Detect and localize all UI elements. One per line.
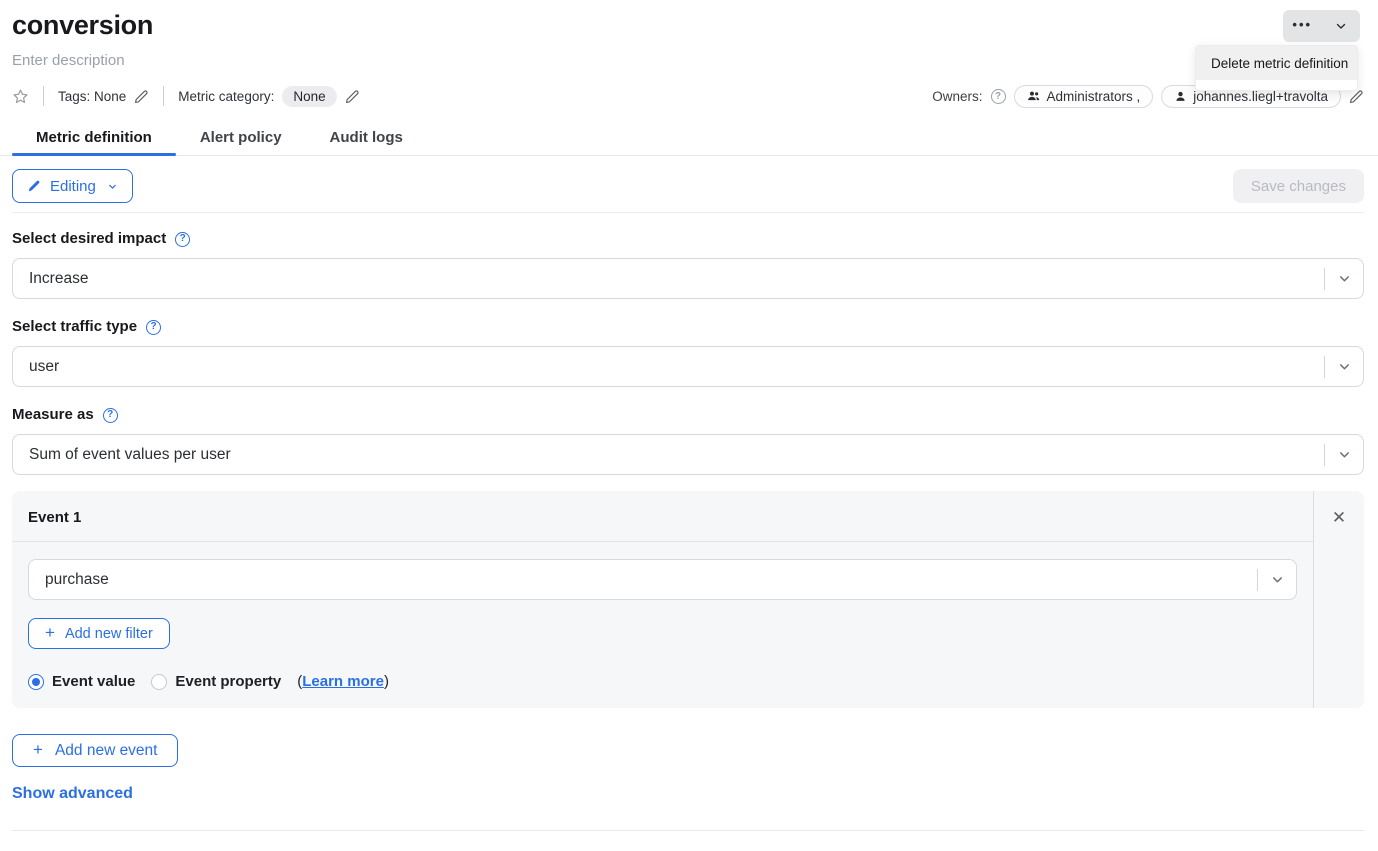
traffic-field-label: Select traffic type ? xyxy=(12,317,1364,337)
edit-tags-pencil-icon[interactable] xyxy=(134,89,149,104)
meta-left: Tags: None Metric category: None xyxy=(12,86,360,107)
plus-icon: + xyxy=(33,741,43,760)
plus-icon: + xyxy=(45,624,55,643)
chevron-down-icon xyxy=(1334,19,1348,33)
favorite-star-icon[interactable] xyxy=(12,88,29,105)
label-text: Measure as xyxy=(12,405,94,425)
person-icon xyxy=(1174,90,1187,103)
more-options-button[interactable]: ••• xyxy=(1283,10,1322,42)
description-placeholder[interactable]: Enter description xyxy=(12,51,1364,71)
bottom-divider xyxy=(12,830,1364,831)
chevron-down-icon[interactable] xyxy=(1258,572,1296,587)
chevron-down-icon[interactable] xyxy=(1325,271,1363,286)
add-new-filter-button[interactable]: + Add new filter xyxy=(28,618,170,649)
tab-alert-policy[interactable]: Alert policy xyxy=(176,125,306,155)
tab-bar: Metric definition Alert policy Audit log… xyxy=(0,125,1378,156)
meta-row: Tags: None Metric category: None xyxy=(12,85,1364,107)
event-card-title: Event 1 xyxy=(12,491,1313,542)
impact-field-label: Select desired impact ? xyxy=(12,229,1364,249)
editing-label: Editing xyxy=(50,178,96,195)
event-name-select[interactable]: purchase xyxy=(28,559,1297,600)
actions-menu: Delete metric definition xyxy=(1195,45,1358,91)
owner-badge-administrators[interactable]: Administrators , xyxy=(1014,85,1154,108)
people-icon xyxy=(1027,89,1041,103)
event-card-main: Event 1 purchase + Add new filter Event … xyxy=(12,491,1313,708)
menu-item-delete-metric[interactable]: Delete metric definition xyxy=(1196,46,1357,80)
tab-metric-definition[interactable]: Metric definition xyxy=(12,125,176,155)
radio-event-value-label[interactable]: Event value xyxy=(52,673,135,690)
measure-select-value: Sum of event values per user xyxy=(13,446,1324,464)
impact-select[interactable]: Increase xyxy=(12,258,1364,299)
remove-event-close-icon[interactable]: ✕ xyxy=(1329,507,1349,527)
measure-select[interactable]: Sum of event values per user xyxy=(12,434,1364,475)
measure-field-label: Measure as ? xyxy=(12,405,1364,425)
label-text: Select desired impact xyxy=(12,229,166,249)
add-filter-label: Add new filter xyxy=(65,626,153,642)
event-card: Event 1 purchase + Add new filter Event … xyxy=(12,491,1364,708)
label-text: Select traffic type xyxy=(12,317,137,337)
owners-help-icon[interactable]: ? xyxy=(991,89,1006,104)
radio-event-value[interactable] xyxy=(28,674,44,690)
ellipsis-icon: ••• xyxy=(1292,18,1312,35)
measure-help-icon[interactable]: ? xyxy=(103,408,118,423)
edit-category-pencil-icon[interactable] xyxy=(345,89,360,104)
paren-close: ) xyxy=(384,673,389,690)
learn-more-link[interactable]: Learn more xyxy=(302,673,384,690)
actions-dropdown-button[interactable] xyxy=(1322,10,1361,42)
metric-category-label: Metric category: xyxy=(178,89,274,104)
add-new-event-button[interactable]: + Add new event xyxy=(12,734,178,767)
add-event-label: Add new event xyxy=(55,742,158,760)
tags-label: Tags: None xyxy=(58,89,126,104)
traffic-help-icon[interactable]: ? xyxy=(146,320,161,335)
radio-event-property[interactable] xyxy=(151,674,167,690)
event-name-value: purchase xyxy=(29,571,1257,589)
owner-badge-label: Administrators , xyxy=(1047,89,1141,104)
pencil-icon xyxy=(27,179,41,193)
tab-audit-logs[interactable]: Audit logs xyxy=(306,125,427,155)
impact-help-icon[interactable]: ? xyxy=(175,232,190,247)
divider xyxy=(163,86,164,106)
show-advanced-link[interactable]: Show advanced xyxy=(12,785,133,803)
tags-item: Tags: None xyxy=(58,89,149,104)
radio-event-property-label[interactable]: Event property xyxy=(175,673,281,690)
event-card-rail: ✕ xyxy=(1313,491,1364,708)
event-card-body: purchase + Add new filter Event value Ev… xyxy=(12,542,1313,704)
owners-label: Owners: xyxy=(932,89,982,104)
edit-toolbar: Editing Save changes xyxy=(12,169,1364,213)
metric-category-badge[interactable]: None xyxy=(282,86,336,107)
page-header: conversion Enter description Tags: None … xyxy=(0,0,1378,107)
divider xyxy=(43,86,44,106)
header-actions-group: ••• xyxy=(1283,10,1360,42)
chevron-down-icon[interactable] xyxy=(1325,447,1363,462)
value-mode-radio-group: Event value Event property (Learn more) xyxy=(28,673,1297,690)
chevron-down-icon xyxy=(107,181,118,192)
impact-select-value: Increase xyxy=(13,270,1324,288)
metric-category-item: Metric category: None xyxy=(178,86,359,107)
page-title: conversion xyxy=(12,8,1364,42)
save-changes-button[interactable]: Save changes xyxy=(1233,169,1364,203)
traffic-select[interactable]: user xyxy=(12,346,1364,387)
learn-more-text: (Learn more) xyxy=(297,673,389,690)
traffic-select-value: user xyxy=(13,358,1324,376)
chevron-down-icon[interactable] xyxy=(1325,359,1363,374)
editing-mode-button[interactable]: Editing xyxy=(12,169,133,203)
